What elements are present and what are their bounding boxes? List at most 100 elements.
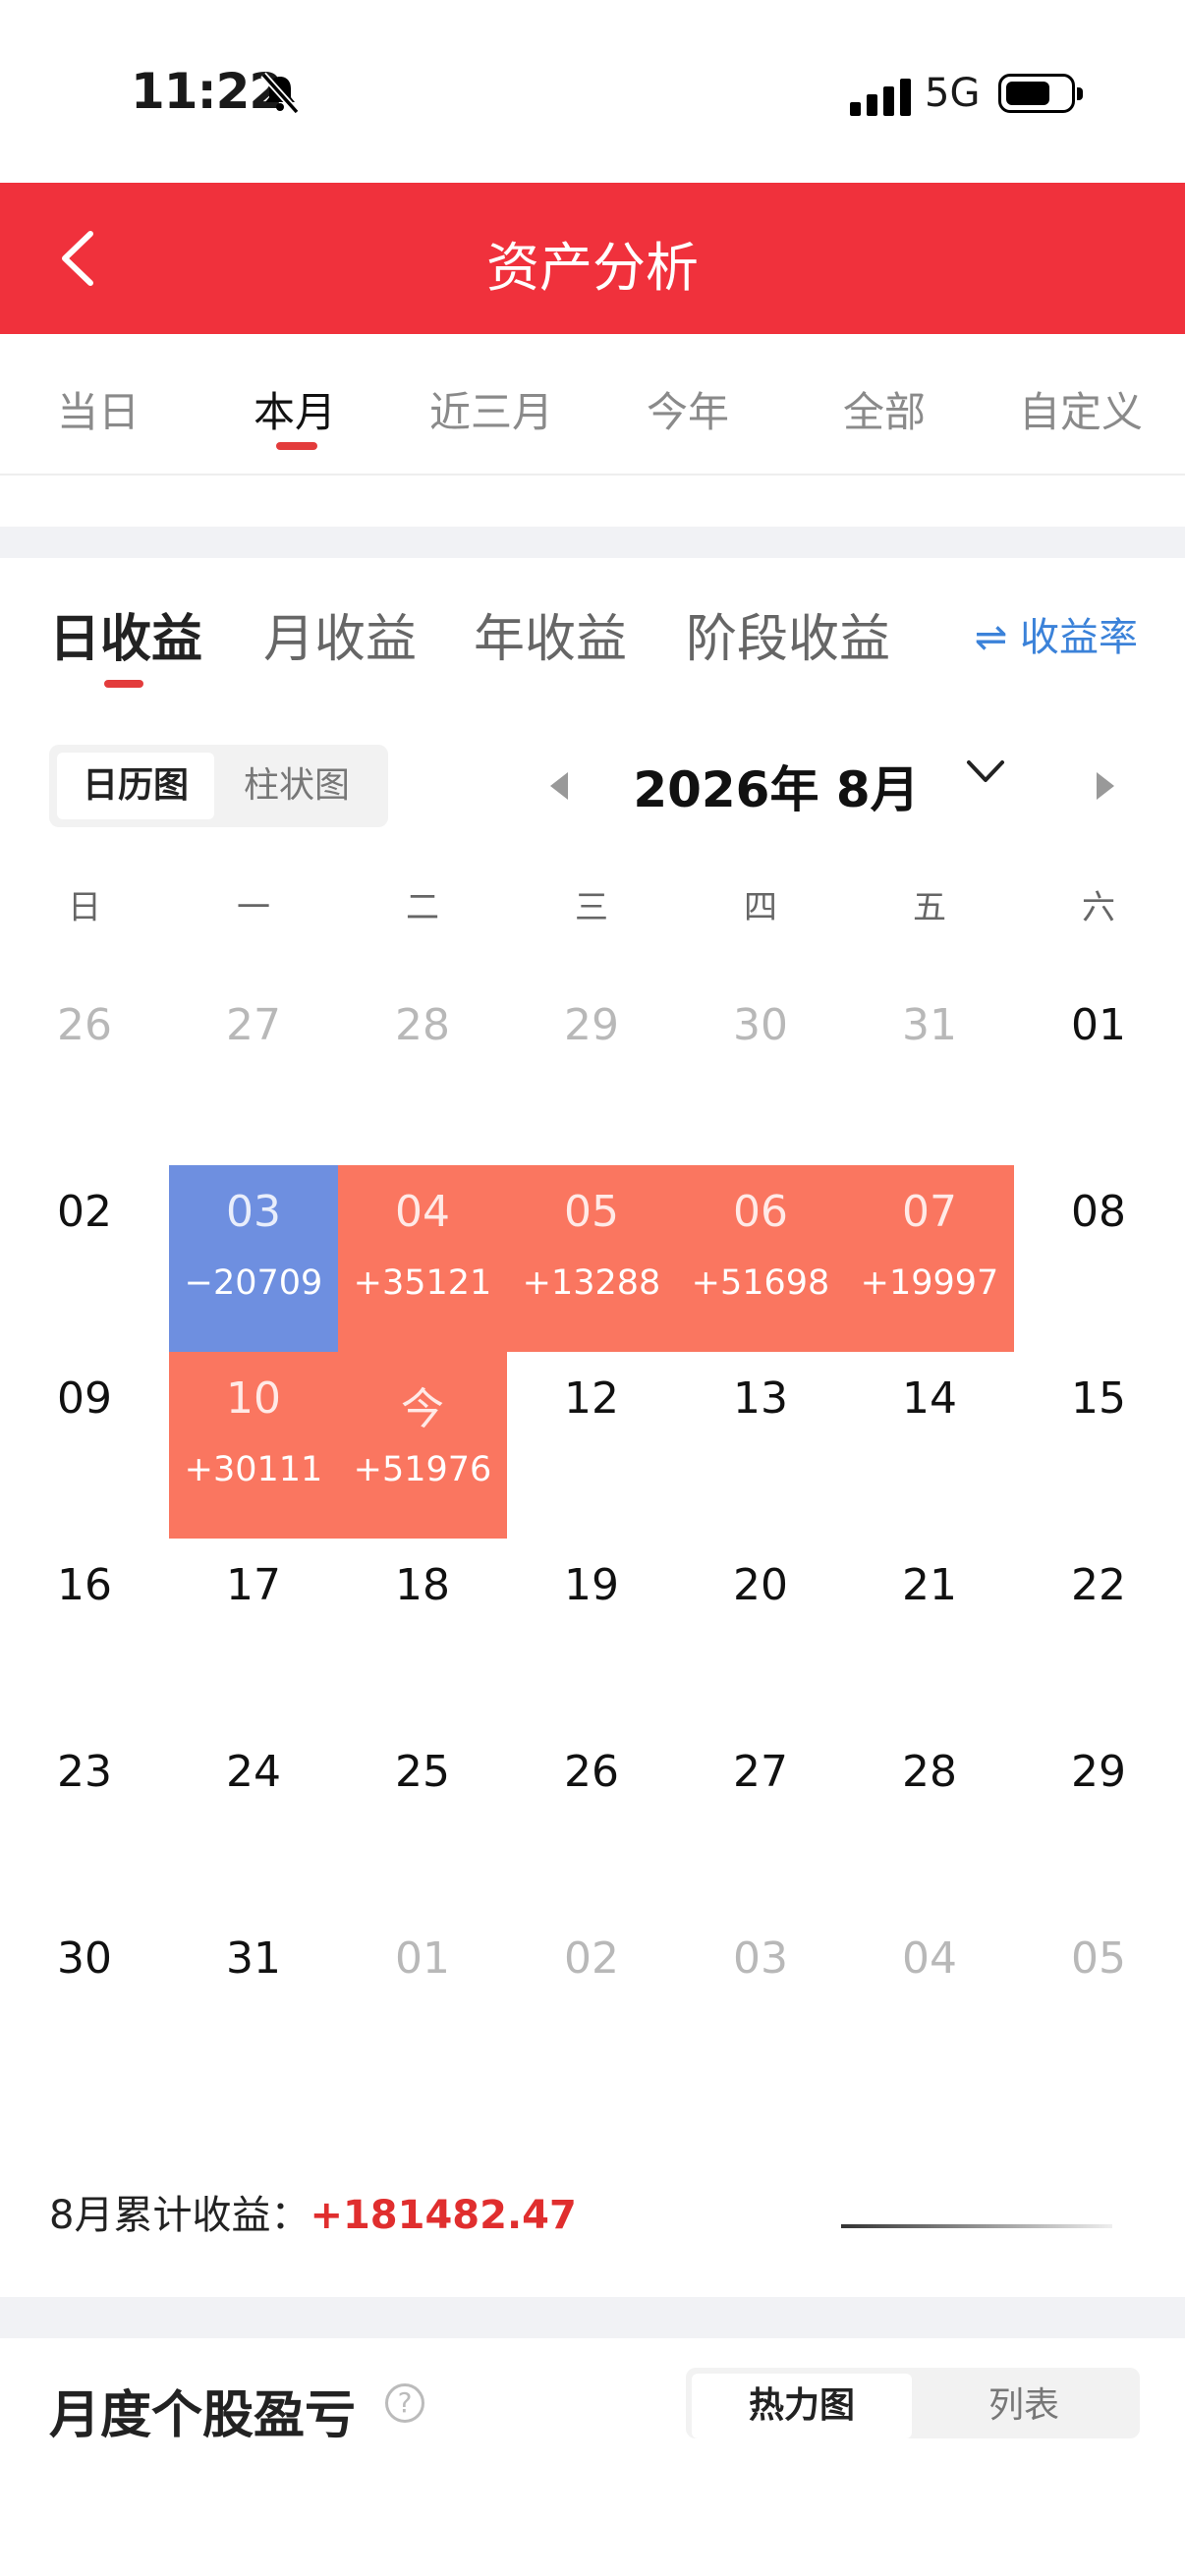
calendar-day[interactable]: 08 <box>1014 1165 1183 1352</box>
list-button[interactable]: 列表 <box>914 2374 1134 2438</box>
section-title: 月度个股盈亏 <box>49 2386 357 2445</box>
tab-today[interactable]: 当日 <box>0 379 197 439</box>
calendar-day-number: 04 <box>395 1187 450 1237</box>
calendar-day[interactable]: 05 +13288 <box>507 1165 676 1352</box>
weekday-thu: 四 <box>744 888 777 927</box>
calendar-day-number: 03 <box>226 1187 281 1237</box>
tab-custom[interactable]: 自定义 <box>983 379 1179 439</box>
calendar-day[interactable]: 04 +35121 <box>338 1165 507 1352</box>
calendar-day-profit: +30111 <box>184 1450 323 1489</box>
calendar-day-profit: +51698 <box>691 1263 830 1303</box>
calendar-day[interactable]: 16 <box>0 1539 169 1725</box>
weekday-sat: 六 <box>1082 888 1115 927</box>
tab-monthly-profit[interactable]: 月收益 <box>263 597 417 671</box>
calendar-view-button[interactable]: 日历图 <box>57 753 214 819</box>
calendar-day[interactable]: 29 <box>507 979 676 1165</box>
calendar-day[interactable]: 27 <box>676 1725 845 1912</box>
calendar-day[interactable]: 01 <box>1014 979 1183 1165</box>
calendar-day[interactable]: 15 <box>1014 1352 1183 1539</box>
calendar-day[interactable]: 02 <box>0 1165 169 1352</box>
calendar-day[interactable]: 27 <box>169 979 338 1165</box>
calendar-day-profit: −20709 <box>184 1263 323 1303</box>
next-month-icon[interactable] <box>1097 772 1114 800</box>
help-icon[interactable]: ? <box>385 2383 424 2423</box>
calendar-day[interactable]: 04 <box>845 1912 1014 2099</box>
calendar-day[interactable]: 28 <box>845 1725 1014 1912</box>
calendar-day-number: 01 <box>1071 1000 1126 1050</box>
calendar-day-number: 18 <box>395 1560 450 1610</box>
calendar-day-profit: +35121 <box>353 1263 492 1303</box>
summary-label: 8月累计收益： <box>49 2193 310 2238</box>
calendar-day[interactable]: 20 <box>676 1539 845 1725</box>
calendar-day[interactable]: 13 <box>676 1352 845 1539</box>
section-view-toggle: 热力图 列表 <box>686 2368 1140 2438</box>
calendar-day[interactable]: 30 <box>0 1912 169 2099</box>
calendar-day[interactable]: 12 <box>507 1352 676 1539</box>
prev-month-icon[interactable] <box>550 772 568 800</box>
calendar-day[interactable]: 28 <box>338 979 507 1165</box>
tab-all[interactable]: 全部 <box>786 379 983 439</box>
calendar-day-number: 31 <box>902 1000 957 1050</box>
calendar-day[interactable]: 02 <box>507 1912 676 2099</box>
bar-view-button[interactable]: 柱状图 <box>218 753 375 819</box>
calendar-day[interactable]: 21 <box>845 1539 1014 1725</box>
tab-this-year[interactable]: 今年 <box>590 379 786 439</box>
calendar-day-number: 29 <box>564 1000 619 1050</box>
calendar-day[interactable]: 10 +30111 <box>169 1352 338 1539</box>
calendar-day-number: 24 <box>226 1747 281 1797</box>
weekday-wed: 三 <box>575 888 608 927</box>
weekday-header: 日 一 二 三 四 五 六 <box>0 880 1185 931</box>
calendar-day[interactable]: 23 <box>0 1725 169 1912</box>
calendar-day-number: 30 <box>733 1000 788 1050</box>
calendar-day-number: 17 <box>226 1560 281 1610</box>
calendar-day[interactable]: 29 <box>1014 1725 1183 1912</box>
calendar-day-number: 07 <box>902 1187 957 1237</box>
calendar-day[interactable]: 26 <box>0 979 169 1165</box>
calendar-day[interactable]: 05 <box>1014 1912 1183 2099</box>
calendar-day[interactable]: 07 +19997 <box>845 1165 1014 1352</box>
tab-this-month[interactable]: 本月 <box>197 379 393 439</box>
tab-three-months[interactable]: 近三月 <box>393 379 590 439</box>
calendar-day-number: 05 <box>1071 1933 1126 1984</box>
calendar-day-number: 31 <box>226 1933 281 1984</box>
weekday-mon: 一 <box>237 888 270 927</box>
calendar-day[interactable]: 06 +51698 <box>676 1165 845 1352</box>
calendar-day[interactable]: 17 <box>169 1539 338 1725</box>
calendar-day-number: 28 <box>902 1747 957 1797</box>
chevron-down-icon[interactable] <box>961 753 1010 792</box>
calendar-day[interactable]: 31 <box>169 1912 338 2099</box>
section-divider <box>0 527 1185 558</box>
calendar-day[interactable]: 31 <box>845 979 1014 1165</box>
month-label[interactable]: 2026年 8月 <box>629 751 924 821</box>
calendar-day[interactable]: 03 −20709 <box>169 1165 338 1352</box>
summary-value: +181482.47 <box>310 2193 577 2238</box>
calendar-day-number: 30 <box>57 1933 112 1984</box>
calendar-day[interactable]: 30 <box>676 979 845 1165</box>
title-bar: 资产分析 <box>0 183 1185 334</box>
calendar-day[interactable]: 今 +51976 <box>338 1352 507 1539</box>
calendar-day[interactable]: 19 <box>507 1539 676 1725</box>
page-title: 资产分析 <box>486 237 699 299</box>
calendar-day[interactable]: 26 <box>507 1725 676 1912</box>
calendar-day[interactable]: 01 <box>338 1912 507 2099</box>
calendar-day-number: 02 <box>564 1933 619 1984</box>
profit-rate-link[interactable]: ⇌ 收益率 <box>975 605 1138 662</box>
calendar-day[interactable]: 18 <box>338 1539 507 1725</box>
calendar-day-profit: +19997 <box>860 1263 999 1303</box>
calendar-day-number: 27 <box>226 1000 281 1050</box>
calendar-day-number: 05 <box>564 1187 619 1237</box>
calendar-day[interactable]: 14 <box>845 1352 1014 1539</box>
calendar-day[interactable]: 03 <box>676 1912 845 2099</box>
calendar-day[interactable]: 09 <box>0 1352 169 1539</box>
tab-yearly-profit[interactable]: 年收益 <box>474 597 627 671</box>
tab-daily-profit[interactable]: 日收益 <box>49 597 202 671</box>
calendar-day[interactable]: 25 <box>338 1725 507 1912</box>
weekday-sun: 日 <box>68 888 101 927</box>
tab-stage-profit[interactable]: 阶段收益 <box>686 597 890 671</box>
heatmap-button[interactable]: 热力图 <box>692 2374 912 2438</box>
calendar-day[interactable]: 24 <box>169 1725 338 1912</box>
calendar-day[interactable]: 22 <box>1014 1539 1183 1725</box>
weekday-tue: 二 <box>406 888 439 927</box>
calendar-day-number: 25 <box>395 1747 450 1797</box>
calendar-day-number: 23 <box>57 1747 112 1797</box>
